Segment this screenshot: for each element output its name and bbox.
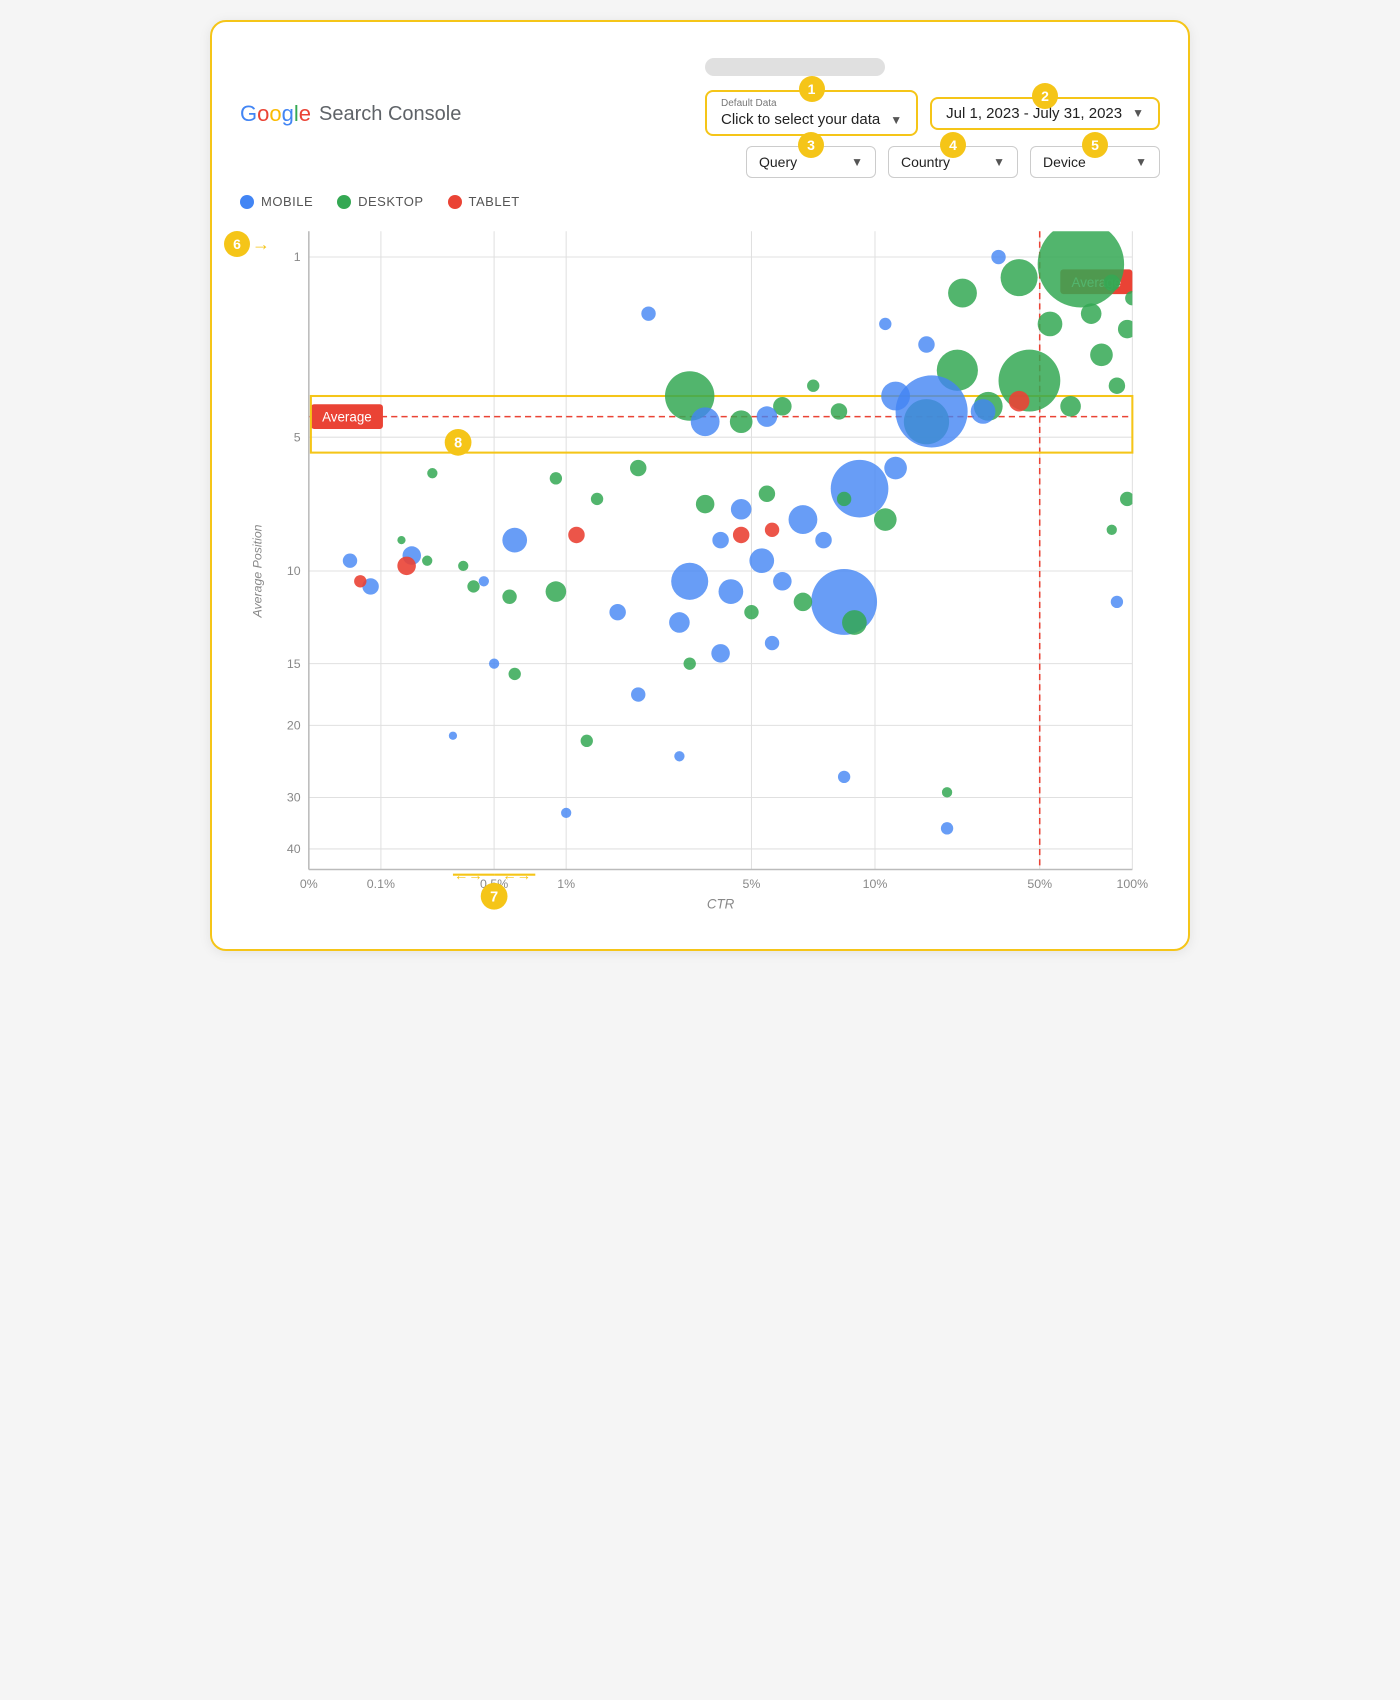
svg-text:CTR: CTR <box>707 897 735 912</box>
svg-text:20: 20 <box>287 719 301 733</box>
query-filter-wrapper: 3 Query ▼ <box>746 146 876 178</box>
product-name: Search Console <box>319 103 461 126</box>
svg-text:5%: 5% <box>743 877 761 891</box>
svg-text:50%: 50% <box>1027 877 1052 891</box>
svg-text:Average: Average <box>322 410 372 425</box>
svg-text:30: 30 <box>287 791 301 805</box>
legend-dot-tablet <box>448 195 462 209</box>
country-filter-wrapper: 4 Country ▼ <box>888 146 1018 178</box>
legend-mobile: MOBILE <box>240 194 313 209</box>
svg-text:100%: 100% <box>1117 877 1149 891</box>
legend-dot-mobile <box>240 195 254 209</box>
legend-label-tablet: TABLET <box>469 194 520 209</box>
device-filter-wrapper: 5 Device ▼ <box>1030 146 1160 178</box>
svg-text:1%: 1% <box>557 877 575 891</box>
badge-3: 3 <box>798 132 824 158</box>
data-selector-value: Click to select your data ▼ <box>721 111 902 128</box>
query-filter-arrow: ▼ <box>851 155 863 169</box>
country-filter-label: Country <box>901 154 950 170</box>
svg-text:1: 1 <box>294 250 301 264</box>
legend-label-mobile: MOBILE <box>261 194 313 209</box>
badge-6-wrapper: 6 → <box>224 231 270 257</box>
query-filter-label: Query <box>759 154 797 170</box>
badge-7-group: 7 ←→ ←→ <box>453 868 535 910</box>
svg-text:7: 7 <box>490 889 498 905</box>
device-filter-label: Device <box>1043 154 1086 170</box>
main-card: Google Search Console 1 Default Data Cli… <box>210 20 1190 951</box>
svg-text:5: 5 <box>294 430 301 444</box>
svg-text:0.1%: 0.1% <box>367 877 395 891</box>
google-logo: Google Search Console <box>240 101 461 127</box>
svg-text:8: 8 <box>454 435 462 451</box>
chart-area: 6 → Average Position <box>240 221 1160 921</box>
header-row: Google Search Console 1 Default Data Cli… <box>240 50 1160 178</box>
chart-legend: MOBILE DESKTOP TABLET <box>240 194 1160 209</box>
svg-text:0%: 0% <box>300 877 318 891</box>
data-selector-wrapper: 1 Default Data Click to select your data… <box>705 90 918 136</box>
date-selector-wrapper: 2 Jul 1, 2023 - July 31, 2023 ▼ <box>930 97 1160 130</box>
bubble-chart: Average Position 1 5 10 15 <box>240 221 1160 921</box>
arrow-right-6: → <box>252 234 270 255</box>
svg-text:10: 10 <box>287 564 301 578</box>
legend-label-desktop: DESKTOP <box>358 194 423 209</box>
date-selector-arrow: ▼ <box>1132 106 1144 120</box>
badge-5: 5 <box>1082 132 1108 158</box>
svg-text:10%: 10% <box>863 877 888 891</box>
country-filter-arrow: ▼ <box>993 155 1005 169</box>
header-controls: 1 Default Data Click to select your data… <box>705 50 1160 178</box>
badge-6: 6 <box>224 231 250 257</box>
data-selector-label: Default Data <box>721 98 777 109</box>
controls-row2: 3 Query ▼ 4 Country ▼ 5 Devic <box>746 146 1160 178</box>
badge-2: 2 <box>1032 83 1058 109</box>
svg-text:40: 40 <box>287 842 301 856</box>
legend-tablet: TABLET <box>448 194 520 209</box>
svg-text:15: 15 <box>287 657 301 671</box>
data-selector-arrow: ▼ <box>890 113 902 127</box>
device-filter-arrow: ▼ <box>1135 155 1147 169</box>
y-axis-label: Average Position <box>250 524 264 618</box>
controls-row1: 1 Default Data Click to select your data… <box>705 90 1160 136</box>
search-bar <box>705 58 885 76</box>
legend-desktop: DESKTOP <box>337 194 423 209</box>
badge-4: 4 <box>940 132 966 158</box>
legend-dot-desktop <box>337 195 351 209</box>
badge-1: 1 <box>799 76 825 102</box>
